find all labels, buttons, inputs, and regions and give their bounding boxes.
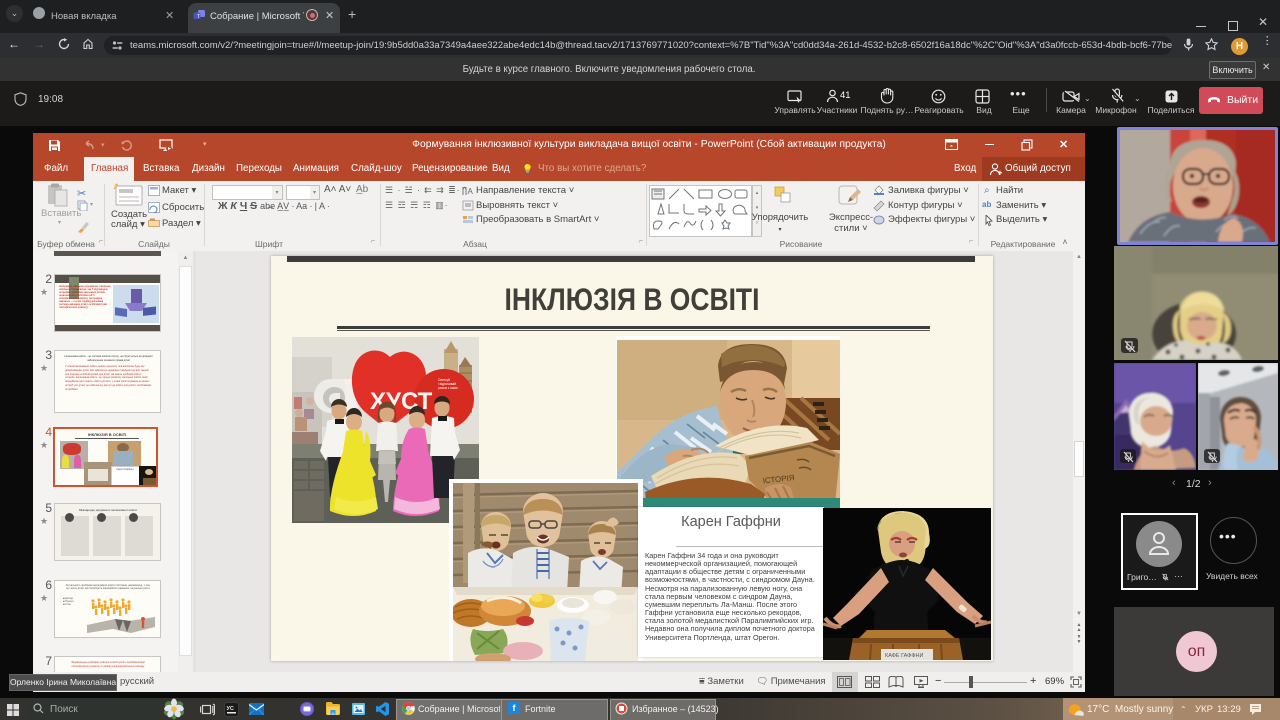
svg-text:КАФЕ ГАФФНИ: КАФЕ ГАФФНИ [885, 653, 923, 659]
svg-text:УС: УС [227, 706, 234, 712]
svg-text:разом з нами: разом з нами [438, 386, 458, 390]
svg-text:A: A [468, 187, 474, 196]
